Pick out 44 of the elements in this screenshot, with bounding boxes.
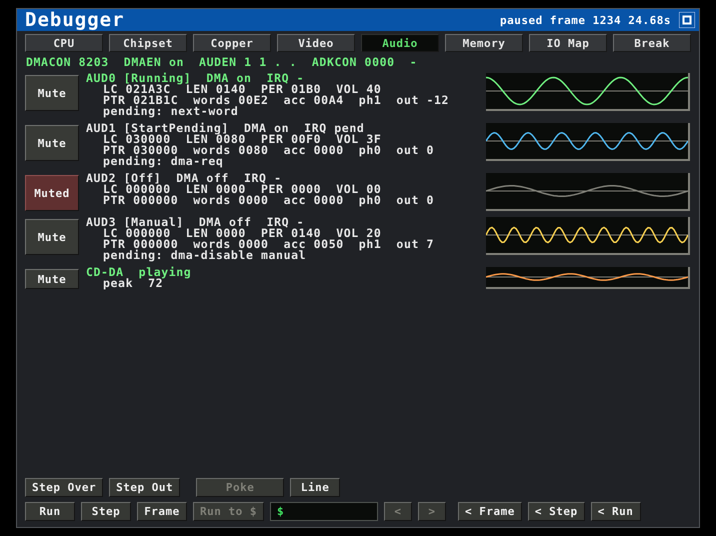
toolbar-button[interactable]: < Step bbox=[528, 502, 585, 521]
tab[interactable]: Copper bbox=[193, 34, 271, 52]
window-title: Debugger bbox=[25, 9, 126, 31]
tab[interactable]: Break bbox=[613, 34, 691, 52]
tab[interactable]: Chipset bbox=[109, 34, 187, 52]
tab[interactable]: Audio bbox=[361, 34, 439, 52]
toolbar-button[interactable]: Frame bbox=[137, 502, 187, 521]
mute-button[interactable]: Mute bbox=[25, 219, 79, 255]
channel-header: AUD1 [StartPending] DMA on IRQ pend bbox=[86, 123, 366, 134]
tab[interactable]: IO Map bbox=[529, 34, 607, 52]
maximize-icon[interactable] bbox=[679, 12, 695, 28]
channel-detail: pending: dma-req bbox=[102, 156, 224, 167]
mute-button[interactable]: Mute bbox=[25, 269, 79, 289]
tab[interactable]: CPU bbox=[25, 34, 103, 52]
channel-header: AUD2 [Off] DMA off IRQ - bbox=[86, 173, 282, 184]
channel-detail: LC 021A3C LEN 0140 PER 01B0 VOL 40 bbox=[103, 84, 382, 95]
channel-detail: peak 72 bbox=[103, 278, 164, 289]
toolbar-button[interactable]: Step Over bbox=[25, 478, 104, 497]
channel-header: AUD0 [Running] DMA on IRQ - bbox=[86, 73, 304, 84]
toolbar-button[interactable]: Line bbox=[290, 478, 340, 497]
toolbar-button[interactable]: Step bbox=[81, 502, 131, 521]
toolbar-button[interactable]: Step Out bbox=[109, 478, 180, 497]
channel-detail: LC 000000 LEN 0000 PER 0140 VOL 20 bbox=[103, 228, 382, 239]
address-field[interactable]: $ bbox=[270, 502, 378, 521]
mute-button[interactable]: Mute bbox=[25, 125, 79, 161]
channel-detail: PTR 030000 words 0080 acc 0000 ph0 out 0 bbox=[102, 145, 436, 156]
channel-detail: PTR 000000 words 0000 acc 0050 ph1 out 7 bbox=[102, 239, 436, 250]
toolbar-button[interactable]: < Frame bbox=[458, 502, 522, 521]
channel-detail: PTR 000000 words 0000 acc 0000 ph0 out 0 bbox=[102, 195, 436, 206]
mute-button[interactable]: Mute bbox=[25, 75, 79, 111]
channel-detail: pending: dma-disable manual bbox=[102, 250, 308, 261]
tab[interactable]: Memory bbox=[445, 34, 523, 52]
tab[interactable]: Video bbox=[277, 34, 355, 52]
toolbar-button[interactable]: < Run bbox=[590, 502, 641, 521]
toolbar-button[interactable]: Run bbox=[25, 502, 75, 521]
channel-detail: LC 030000 LEN 0080 PER 00F0 VOL 3F bbox=[103, 134, 382, 145]
channel-detail: PTR 021B1C words 00E2 acc 00A4 ph1 out -12 bbox=[102, 95, 450, 106]
channel-header: CD-DA playing bbox=[86, 267, 192, 278]
channel-detail: LC 000000 LEN 0000 PER 0000 VOL 00 bbox=[103, 184, 382, 195]
dma-summary: DMACON 8203 DMAEN on AUDEN 1 1 . . ADKCON 0000 - bbox=[25, 54, 418, 69]
channel-detail: pending: next-word bbox=[102, 106, 239, 117]
channel-header: AUD3 [Manual] DMA off IRQ - bbox=[86, 217, 304, 228]
status-text: paused frame 1234 24.68s bbox=[500, 14, 671, 26]
mute-button[interactable]: Muted bbox=[25, 175, 79, 211]
